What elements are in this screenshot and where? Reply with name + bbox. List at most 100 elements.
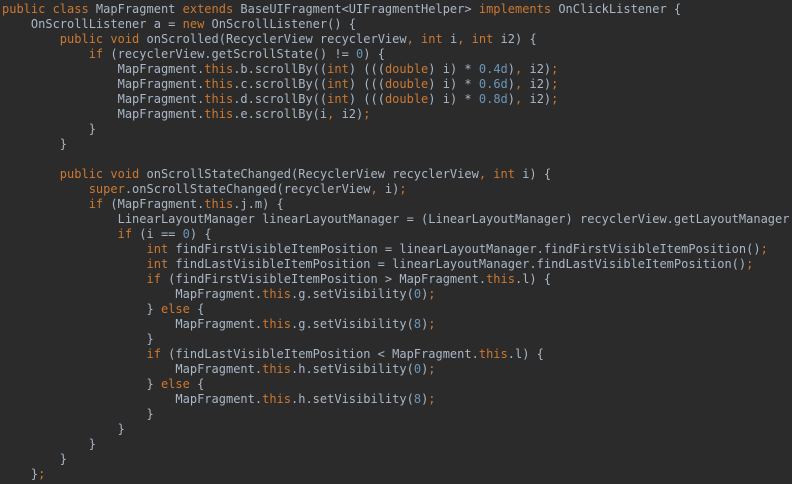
code-token: i) { xyxy=(522,167,552,181)
code-token: MapFragment. xyxy=(2,317,263,331)
code-token: findLastVisibleItemPosition = linearLayo… xyxy=(175,257,747,271)
code-token: 8 xyxy=(413,392,422,406)
code-line: } else { xyxy=(2,377,792,392)
code-token: int xyxy=(327,62,349,76)
code-token: } xyxy=(2,407,154,421)
code-token: .onScrollStateChanged(recyclerView xyxy=(124,182,371,196)
code-token: ; xyxy=(551,77,559,91)
code-token: .b.scrollBy(( xyxy=(233,62,328,76)
code-token: ) i) * xyxy=(428,62,479,76)
code-token: i) xyxy=(384,182,400,196)
code-line: int findLastVisibleItemPosition = linear… xyxy=(2,257,792,272)
code-token: , xyxy=(370,182,385,196)
code-line: } xyxy=(2,332,792,347)
code-token: ; xyxy=(363,107,371,121)
code-token: 0.8d xyxy=(478,92,508,106)
code-token: if xyxy=(2,347,169,361)
code-token: , xyxy=(515,62,530,76)
code-token: (MapFragment. xyxy=(110,197,205,211)
code-token: .c.scrollBy(( xyxy=(233,77,328,91)
code-token: .l) { xyxy=(514,272,552,286)
code-line: if (recyclerView.getScrollState() != 0) … xyxy=(2,47,792,62)
code-token: OnClickListener { xyxy=(558,2,682,16)
code-token: i2) { xyxy=(500,32,537,46)
code-token: i2) xyxy=(341,107,364,121)
code-token: OnScrollListener() { xyxy=(211,17,357,31)
code-token: .h.setVisibility( xyxy=(291,392,414,406)
code-token: (findFirstVisibleItemPosition > MapFragm… xyxy=(168,272,487,286)
code-token: ) xyxy=(507,92,516,106)
code-token: findFirstVisibleItemPosition = linearLay… xyxy=(175,242,761,256)
code-token: ; xyxy=(428,317,436,331)
code-token: MapFragment. xyxy=(2,392,263,406)
code-token: extends xyxy=(182,2,241,16)
code-token: else xyxy=(160,377,198,391)
code-token: ) ((( xyxy=(348,62,385,76)
code-token: double xyxy=(384,92,429,106)
code-token: ) { xyxy=(189,227,212,241)
code-line: } xyxy=(2,437,792,452)
code-token: .d.scrollBy(( xyxy=(233,92,328,106)
code-token: ) { xyxy=(363,47,385,61)
code-line: if (MapFragment.this.j.m) { xyxy=(2,197,792,212)
code-line: if (findFirstVisibleItemPosition > MapFr… xyxy=(2,272,792,287)
code-token: int xyxy=(2,257,176,271)
code-token: new xyxy=(182,17,212,31)
code-line: } xyxy=(2,122,792,137)
code-token: ; xyxy=(399,182,407,196)
code-token: ; xyxy=(746,257,754,271)
code-token: ; xyxy=(428,362,436,376)
code-token: int xyxy=(2,242,176,256)
code-token: (findLastVisibleItemPosition < MapFragme… xyxy=(168,347,479,361)
code-token: ; xyxy=(428,287,436,301)
code-token: this xyxy=(262,392,291,406)
code-token: 0 xyxy=(413,287,422,301)
code-token: } xyxy=(2,467,39,481)
code-line: MapFragment.this.h.setVisibility(8); xyxy=(2,392,792,407)
code-token: .j.m) { xyxy=(233,197,284,211)
code-token: BaseUIFragment<UIFragmentHelper> xyxy=(240,2,479,16)
code-token: int xyxy=(493,167,523,181)
code-editor[interactable]: public class MapFragment extends BaseUIF… xyxy=(0,0,792,484)
code-token: , xyxy=(406,32,422,46)
code-token: else xyxy=(160,302,198,316)
code-token: (recyclerView.getScrollState() != xyxy=(110,47,357,61)
code-token: ; xyxy=(760,242,768,256)
code-line: super.onScrollStateChanged(recyclerView,… xyxy=(2,182,792,197)
code-line: MapFragment.this.h.setVisibility(0); xyxy=(2,362,792,377)
code-token: if xyxy=(2,197,111,211)
code-token: this xyxy=(204,107,234,121)
code-token: onScrolled(RecyclerView recyclerView xyxy=(146,32,407,46)
code-token: .l) { xyxy=(507,347,544,361)
code-token: ) i) * xyxy=(428,92,479,106)
code-token: int xyxy=(421,32,450,46)
code-token: 0 xyxy=(413,362,422,376)
code-token: MapFragment. xyxy=(2,77,205,91)
code-token: } xyxy=(2,422,125,436)
code-line: public void onScrollStateChanged(Recycle… xyxy=(2,167,792,182)
code-token: ; xyxy=(551,92,559,106)
code-token: double xyxy=(384,77,429,91)
code-token: ) ((( xyxy=(348,77,385,91)
code-line: MapFragment.this.b.scrollBy((int) (((dou… xyxy=(2,62,792,77)
code-token: implements xyxy=(478,2,559,16)
code-line: } else { xyxy=(2,302,792,317)
code-token: super xyxy=(2,182,125,196)
code-token: ; xyxy=(551,62,559,76)
code-token: MapFragment. xyxy=(2,92,205,106)
code-token: this xyxy=(478,347,508,361)
code-line: public void onScrolled(RecyclerView recy… xyxy=(2,32,792,47)
code-token: , xyxy=(327,107,342,121)
code-token: ) ((( xyxy=(348,92,385,106)
code-token: 0.6d xyxy=(478,77,508,91)
code-token: MapFragment. xyxy=(2,362,263,376)
code-block[interactable]: public class MapFragment extends BaseUIF… xyxy=(2,2,792,482)
code-token: } xyxy=(2,332,154,346)
code-line: MapFragment.this.g.setVisibility(8); xyxy=(2,317,792,332)
code-token: } xyxy=(2,452,68,466)
code-token: 0.4d xyxy=(478,62,508,76)
code-token: ; xyxy=(428,392,436,406)
code-line: }; xyxy=(2,467,792,482)
code-token: i2) xyxy=(529,77,552,91)
